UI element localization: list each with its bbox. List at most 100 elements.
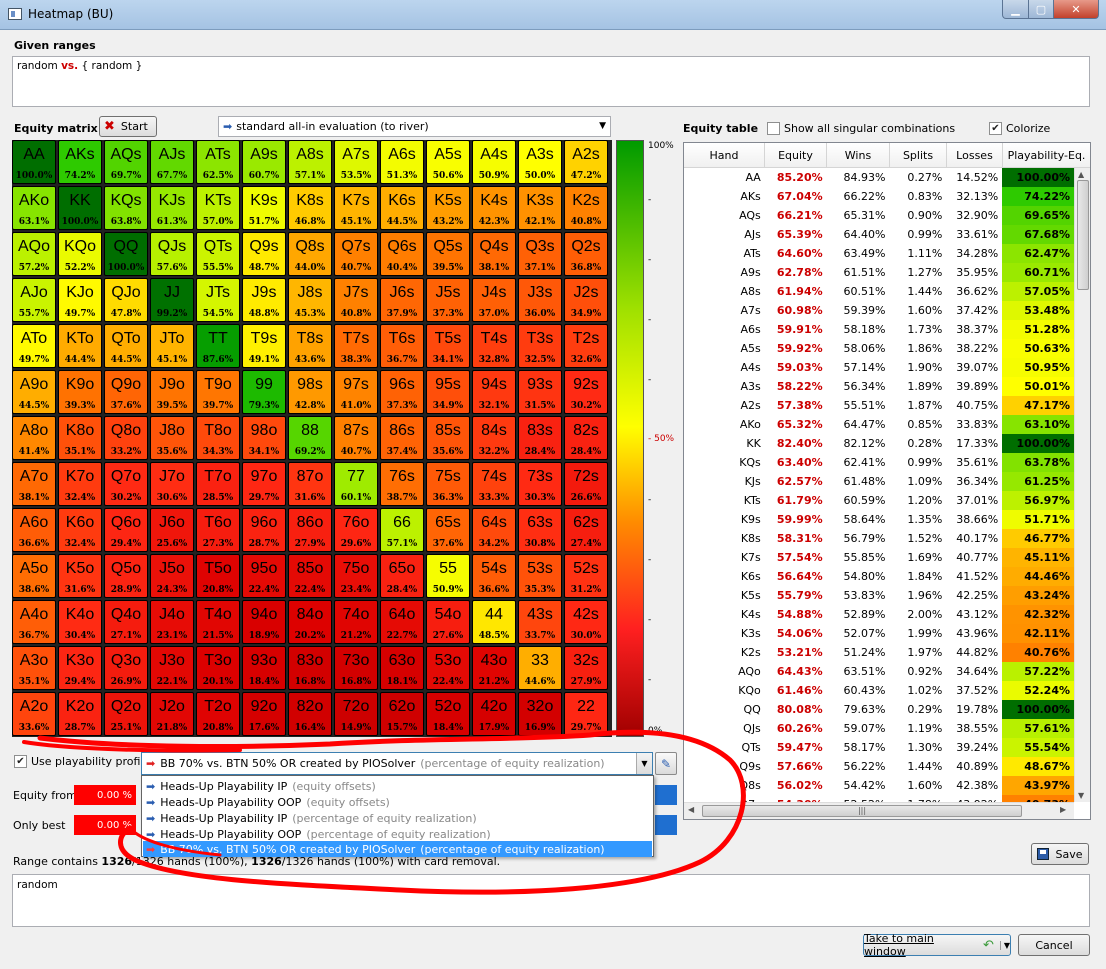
given-ranges-field[interactable]: random vs. { random } [12,56,1090,107]
table-row[interactable]: A8s 61.94% 60.51% 1.44% 36.62% 57.05% [684,282,1075,301]
matrix-cell[interactable]: 92o 17.6% [242,692,286,736]
matrix-cell[interactable]: 97o 29.7% [242,462,286,506]
edit-profile-button[interactable]: ✎ [655,752,677,775]
matrix-cell[interactable]: J7s 40.8% [334,278,378,322]
matrix-cell[interactable]: 93o 18.4% [242,646,286,690]
matrix-cell[interactable]: 95s 34.9% [426,370,470,414]
matrix-cell[interactable]: A4o 36.7% [12,600,56,644]
matrix-cell[interactable]: Q8o 33.2% [104,416,148,460]
matrix-cell[interactable]: 54o 27.6% [426,600,470,644]
matrix-cell[interactable]: J6s 37.9% [380,278,424,322]
matrix-cell[interactable]: A7o 38.1% [12,462,56,506]
matrix-cell[interactable]: KK 100.0% [58,186,102,230]
column-header-equity[interactable]: Equity [765,143,827,167]
matrix-cell[interactable]: A8o 41.4% [12,416,56,460]
matrix-cell[interactable]: 63s 30.8% [518,508,562,552]
matrix-cell[interactable]: J4s 37.0% [472,278,516,322]
matrix-cell[interactable]: AQs 69.7% [104,140,148,184]
matrix-cell[interactable]: T7o 28.5% [196,462,240,506]
matrix-cell[interactable]: AA 100.0% [12,140,56,184]
matrix-cell[interactable]: JJ 99.2% [150,278,194,322]
only-best-slider-end[interactable] [655,815,677,835]
matrix-cell[interactable]: 76o 29.6% [334,508,378,552]
matrix-cell[interactable]: T9o 39.7% [196,370,240,414]
table-row[interactable]: A2s 57.38% 55.51% 1.87% 40.75% 47.17% [684,396,1075,415]
matrix-cell[interactable]: K9o 39.3% [58,370,102,414]
table-row[interactable]: AKo 65.32% 64.47% 0.85% 33.83% 63.10% [684,415,1075,434]
matrix-cell[interactable]: 75s 36.3% [426,462,470,506]
matrix-cell[interactable]: K8o 35.1% [58,416,102,460]
matrix-cell[interactable]: 62s 27.4% [564,508,608,552]
matrix-cell[interactable]: J5s 37.3% [426,278,470,322]
matrix-cell[interactable]: T7s 38.3% [334,324,378,368]
matrix-cell[interactable]: 32o 16.9% [518,692,562,736]
matrix-cell[interactable]: Q7s 40.7% [334,232,378,276]
matrix-cell[interactable]: K2s 40.8% [564,186,608,230]
matrix-cell[interactable]: KTo 44.4% [58,324,102,368]
table-row[interactable]: K2s 53.21% 51.24% 1.97% 44.82% 40.76% [684,643,1075,662]
matrix-cell[interactable]: 82s 28.4% [564,416,608,460]
matrix-cell[interactable]: A5s 50.6% [426,140,470,184]
column-header-splits[interactable]: Splits [890,143,947,167]
matrix-cell[interactable]: 53o 22.4% [426,646,470,690]
equity-from-input[interactable]: 0.00 % [74,785,136,805]
table-row[interactable]: K4s 54.88% 52.89% 2.00% 43.12% 42.32% [684,605,1075,624]
matrix-cell[interactable]: 85s 35.6% [426,416,470,460]
maximize-button[interactable]: ▢ [1028,0,1054,19]
matrix-cell[interactable]: J3s 36.0% [518,278,562,322]
matrix-cell[interactable]: K4o 30.4% [58,600,102,644]
matrix-cell[interactable]: J8o 35.6% [150,416,194,460]
matrix-cell[interactable]: 74s 33.3% [472,462,516,506]
table-row[interactable]: QJs 60.26% 59.07% 1.19% 38.55% 57.61% [684,719,1075,738]
cancel-button[interactable]: Cancel [1018,934,1090,956]
matrix-cell[interactable]: 96o 28.7% [242,508,286,552]
table-row[interactable]: KK 82.40% 82.12% 0.28% 17.33% 100.00% [684,434,1075,453]
range-text-field[interactable]: random [12,874,1090,927]
matrix-cell[interactable]: T2s 32.6% [564,324,608,368]
matrix-cell[interactable]: J3o 22.1% [150,646,194,690]
matrix-cell[interactable]: Q9s 48.7% [242,232,286,276]
column-header-playability[interactable]: Playability-Eq. [1003,143,1090,167]
profile-option[interactable]: ➡ Heads-Up Playability OOP (percentage of … [143,826,652,842]
matrix-cell[interactable]: 84o 20.2% [288,600,332,644]
minimize-button[interactable]: ▁ [1002,0,1029,19]
matrix-cell[interactable]: T3s 32.5% [518,324,562,368]
matrix-cell[interactable]: J2s 34.9% [564,278,608,322]
matrix-cell[interactable]: 86s 37.4% [380,416,424,460]
table-row[interactable]: KQs 63.40% 62.41% 0.99% 35.61% 63.78% [684,453,1075,472]
matrix-cell[interactable]: 82o 16.4% [288,692,332,736]
table-row[interactable]: K7s 57.54% 55.85% 1.69% 40.77% 45.11% [684,548,1075,567]
matrix-cell[interactable]: J5o 24.3% [150,554,194,598]
table-row[interactable]: A5s 59.92% 58.06% 1.86% 38.22% 50.63% [684,339,1075,358]
column-header-hand[interactable]: Hand [684,143,765,167]
table-row[interactable]: AA 85.20% 84.93% 0.27% 14.52% 100.00% [684,168,1075,187]
matrix-cell[interactable]: K6s 44.5% [380,186,424,230]
show-all-checkbox[interactable]: Show all singular combinations [767,122,955,135]
matrix-cell[interactable]: 32s 27.9% [564,646,608,690]
profile-option[interactable]: ➡ Heads-Up Playability OOP (equity offsets… [143,794,652,810]
matrix-cell[interactable]: K5o 31.6% [58,554,102,598]
matrix-cell[interactable]: 94s 32.1% [472,370,516,414]
scroll-up-icon[interactable]: ▲ [1078,170,1084,179]
matrix-cell[interactable]: 83s 28.4% [518,416,562,460]
profile-option[interactable]: ➡ Heads-Up Playability IP (percentage of e… [143,810,652,826]
table-row[interactable]: A4s 59.03% 57.14% 1.90% 39.07% 50.95% [684,358,1075,377]
matrix-cell[interactable]: K9s 51.7% [242,186,286,230]
matrix-cell[interactable]: QJo 47.8% [104,278,148,322]
matrix-cell[interactable]: K7s 45.1% [334,186,378,230]
matrix-cell[interactable]: 94o 18.9% [242,600,286,644]
table-row[interactable]: Q8s 56.02% 54.42% 1.60% 42.38% 43.97% [684,776,1075,795]
matrix-cell[interactable]: ATs 62.5% [196,140,240,184]
matrix-cell[interactable]: 85o 22.4% [288,554,332,598]
matrix-cell[interactable]: QQ 100.0% [104,232,148,276]
matrix-cell[interactable]: 54s 36.6% [472,554,516,598]
matrix-cell[interactable]: KJs 61.3% [150,186,194,230]
matrix-cell[interactable]: 42o 17.9% [472,692,516,736]
matrix-cell[interactable]: 98s 42.8% [288,370,332,414]
matrix-cell[interactable]: AKo 63.1% [12,186,56,230]
matrix-cell[interactable]: Q3s 37.1% [518,232,562,276]
matrix-cell[interactable]: 62o 15.7% [380,692,424,736]
matrix-cell[interactable]: T2o 20.8% [196,692,240,736]
matrix-cell[interactable]: J9o 39.5% [150,370,194,414]
matrix-cell[interactable]: 22 29.7% [564,692,608,736]
